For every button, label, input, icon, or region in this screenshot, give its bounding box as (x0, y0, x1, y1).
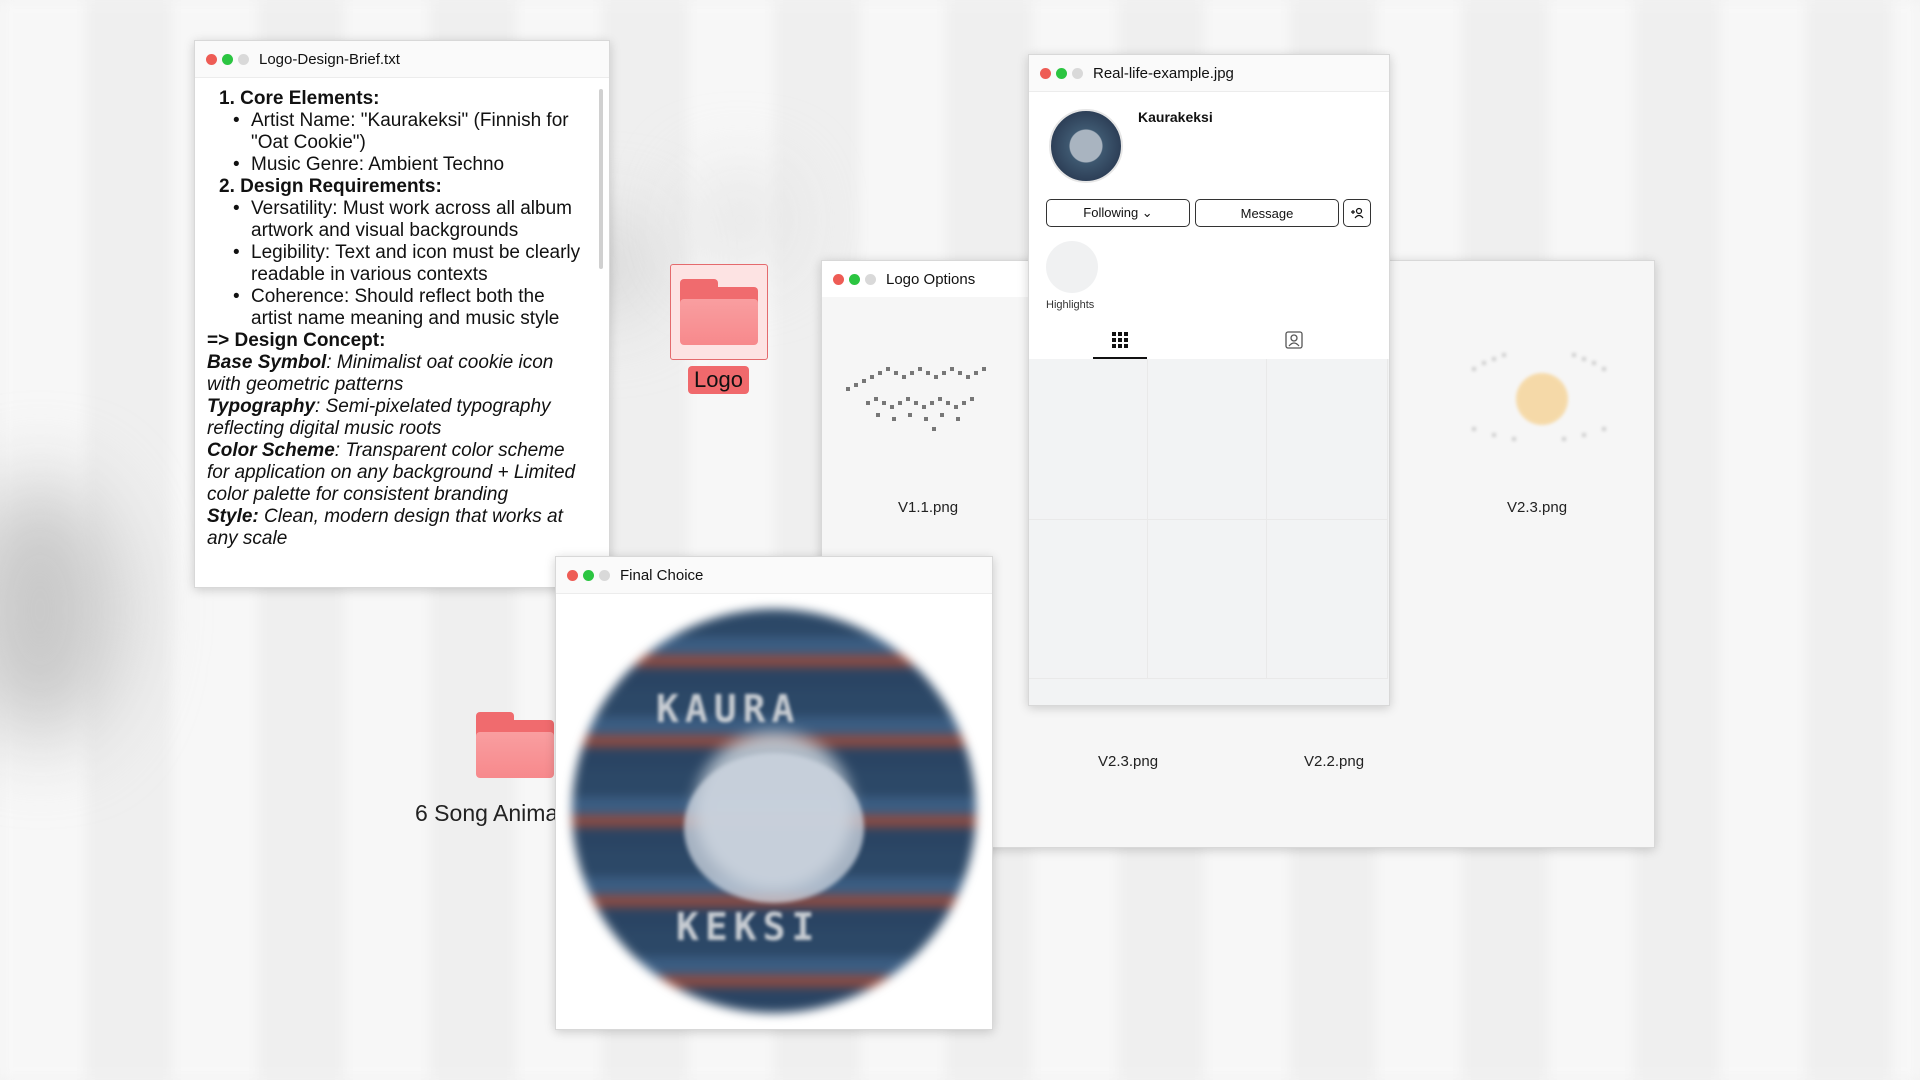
highlight-circle[interactable] (1046, 241, 1098, 293)
list-item: Legibility: Text and icon must be clearl… (207, 242, 589, 286)
list-item: Artist Name: "Kaurakeksi" (Finnish for "… (207, 110, 589, 154)
brief-text[interactable]: 1. Core Elements: Artist Name: "Kaurakek… (195, 78, 609, 582)
minimize-button[interactable] (599, 569, 610, 581)
titlebar[interactable]: Final Choice (556, 557, 992, 594)
post-grid[interactable] (1029, 359, 1389, 705)
close-button[interactable] (206, 53, 217, 65)
maximize-button[interactable] (583, 569, 594, 581)
list-item: Versatility: Must work across all album … (207, 198, 589, 242)
maximize-button[interactable] (849, 273, 860, 285)
close-button[interactable] (833, 273, 844, 285)
titlebar[interactable]: Real-life-example.jpg (1029, 55, 1389, 92)
window-title: Logo-Design-Brief.txt (259, 50, 400, 68)
concept-line: Style: Clean, modern design that works a… (207, 506, 589, 550)
thumbnail-label[interactable]: V2.2.png (1304, 753, 1364, 770)
post-cell[interactable] (1029, 520, 1148, 679)
minimize-button[interactable] (865, 273, 876, 285)
minimize-button[interactable] (1072, 67, 1083, 79)
logo-folder-label[interactable]: Logo (688, 366, 749, 394)
logo-v2-3-thumbnail[interactable] (1452, 337, 1632, 467)
background-blur (700, 180, 780, 260)
window-title: Final Choice (620, 566, 704, 584)
grid-tab[interactable] (1111, 331, 1129, 354)
concept-key: Color Scheme (207, 440, 335, 461)
close-button[interactable] (1040, 67, 1051, 79)
window-title: Real-life-example.jpg (1093, 64, 1234, 82)
section-heading: 1. Core Elements: (219, 88, 380, 109)
logo-bottom-text: KEKSI (676, 905, 821, 949)
concept-line: Typography: Semi-pixelated typography re… (207, 396, 589, 440)
thumbnail-label[interactable]: V2.3.png (1098, 753, 1158, 770)
thumbnail-label[interactable]: V1.1.png (898, 499, 958, 516)
section-heading: 2. Design Requirements: (219, 176, 442, 197)
concept-value: Clean, modern design that works at any s… (207, 506, 563, 549)
real-life-example-window[interactable]: Real-life-example.jpg Kaurakeksi Followi… (1028, 54, 1390, 706)
list-item: Coherence: Should reflect both the artis… (207, 286, 589, 330)
folder-icon (476, 712, 554, 778)
profile-username: Kaurakeksi (1138, 109, 1213, 125)
add-user-icon (1351, 207, 1364, 219)
titlebar[interactable]: Logo-Design-Brief.txt (195, 41, 609, 78)
maximize-button[interactable] (222, 53, 233, 65)
concept-line: Base Symbol: Minimalist oat cookie icon … (207, 352, 589, 396)
maximize-button[interactable] (1056, 67, 1067, 79)
message-button[interactable]: Message (1195, 199, 1339, 227)
brief-window[interactable]: Logo-Design-Brief.txt 1. Core Elements: … (194, 40, 610, 588)
titlebar[interactable]: Logo Options (822, 261, 1034, 297)
concept-key: Typography (207, 396, 316, 417)
grid-icon (1112, 332, 1128, 348)
concept-line: Color Scheme: Transparent color scheme f… (207, 440, 589, 506)
window-title: Logo Options (886, 270, 976, 288)
concept-heading: => Design Concept: (207, 330, 386, 351)
post-cell[interactable] (1148, 359, 1267, 520)
post-cell[interactable] (1267, 359, 1388, 520)
post-cell[interactable] (1267, 520, 1388, 679)
cookie-icon (684, 753, 864, 903)
thumbnail-label[interactable]: V2.3.png (1507, 499, 1567, 516)
list-item: Music Genre: Ambient Techno (207, 154, 589, 176)
animations-folder-label[interactable]: 6 Song Animations (415, 800, 555, 827)
avatar[interactable] (1049, 109, 1123, 183)
following-button[interactable]: Following ⌄ (1046, 199, 1190, 227)
minimize-button[interactable] (238, 53, 249, 65)
add-user-button[interactable] (1343, 199, 1371, 227)
highlights-label: Highlights (1046, 299, 1095, 311)
concept-key: Style: (207, 506, 259, 527)
post-cell[interactable] (1029, 359, 1148, 520)
folder-icon (680, 279, 758, 345)
close-button[interactable] (567, 569, 578, 581)
logo-folder[interactable] (670, 264, 768, 360)
tagged-tab[interactable] (1285, 331, 1303, 354)
animations-folder[interactable] (476, 712, 556, 782)
final-choice-window[interactable]: Final Choice KAURA KEKSI (555, 556, 993, 1030)
logo-v1-thumbnail[interactable] (836, 353, 1016, 453)
post-cell[interactable] (1148, 520, 1267, 679)
concept-key: Base Symbol (207, 352, 327, 373)
logo-top-text: KAURA (656, 687, 801, 731)
tagged-person-icon (1285, 331, 1303, 349)
